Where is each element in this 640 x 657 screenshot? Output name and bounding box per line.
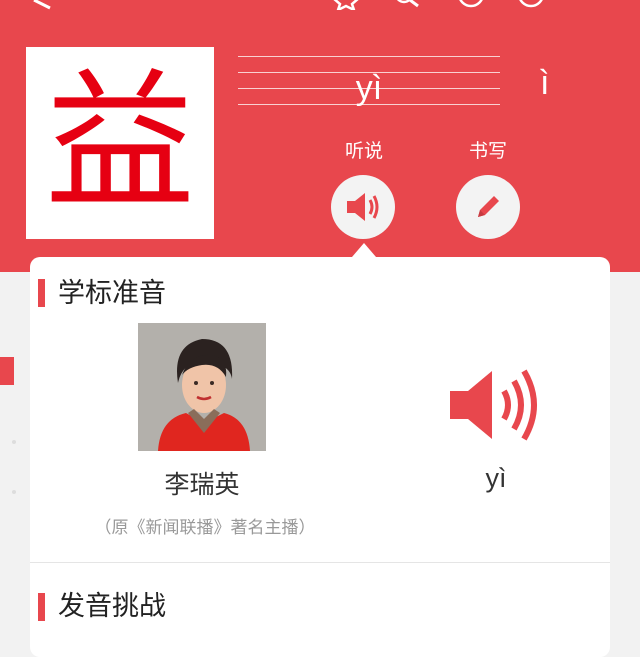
listen-speak-label: 听说	[344, 140, 383, 162]
pronunciation-popup: 学标准音 李瑞英 （原《新闻联播》著名主播） yì 发音挑战	[30, 257, 610, 657]
pinyin-display: yì	[355, 69, 383, 107]
speaker-photo[interactable]	[138, 323, 266, 451]
character-card: 益	[26, 47, 214, 239]
pencil-icon	[478, 196, 499, 217]
portrait-image	[138, 323, 266, 451]
write-button[interactable]	[456, 175, 520, 239]
circle-button-icon[interactable]	[456, 0, 486, 12]
speaker-note: （原《新闻联播》著名主播）	[94, 518, 316, 538]
speaker-icon	[450, 369, 537, 441]
pronunciation-challenge-title: 发音挑战	[58, 591, 166, 622]
star-icon[interactable]	[332, 0, 360, 10]
top-toolbar	[0, 0, 640, 12]
write-label: 书写	[468, 140, 507, 162]
staff-line	[238, 56, 500, 57]
section-marker	[38, 593, 45, 621]
standard-pronunciation-title: 学标准音	[58, 278, 166, 309]
side-dot	[12, 490, 16, 494]
play-pronunciation-button[interactable]	[446, 365, 542, 449]
side-dot	[12, 440, 16, 444]
side-indicator	[0, 357, 14, 385]
character-glyph: 益	[44, 56, 195, 230]
back-icon[interactable]	[30, 0, 54, 10]
tone-mark: ì	[540, 64, 550, 102]
popup-arrow	[352, 243, 376, 257]
more-icon[interactable]	[516, 0, 546, 12]
section-marker	[38, 279, 45, 307]
speaker-name: 李瑞英	[164, 470, 240, 499]
search-icon[interactable]	[392, 0, 422, 10]
speaker-icon	[347, 193, 379, 221]
listen-speak-button[interactable]	[331, 175, 395, 239]
pronunciation-pinyin: yì	[485, 463, 507, 493]
section-divider	[30, 562, 610, 563]
header: 益 yì ì 听说 书写	[0, 0, 640, 272]
